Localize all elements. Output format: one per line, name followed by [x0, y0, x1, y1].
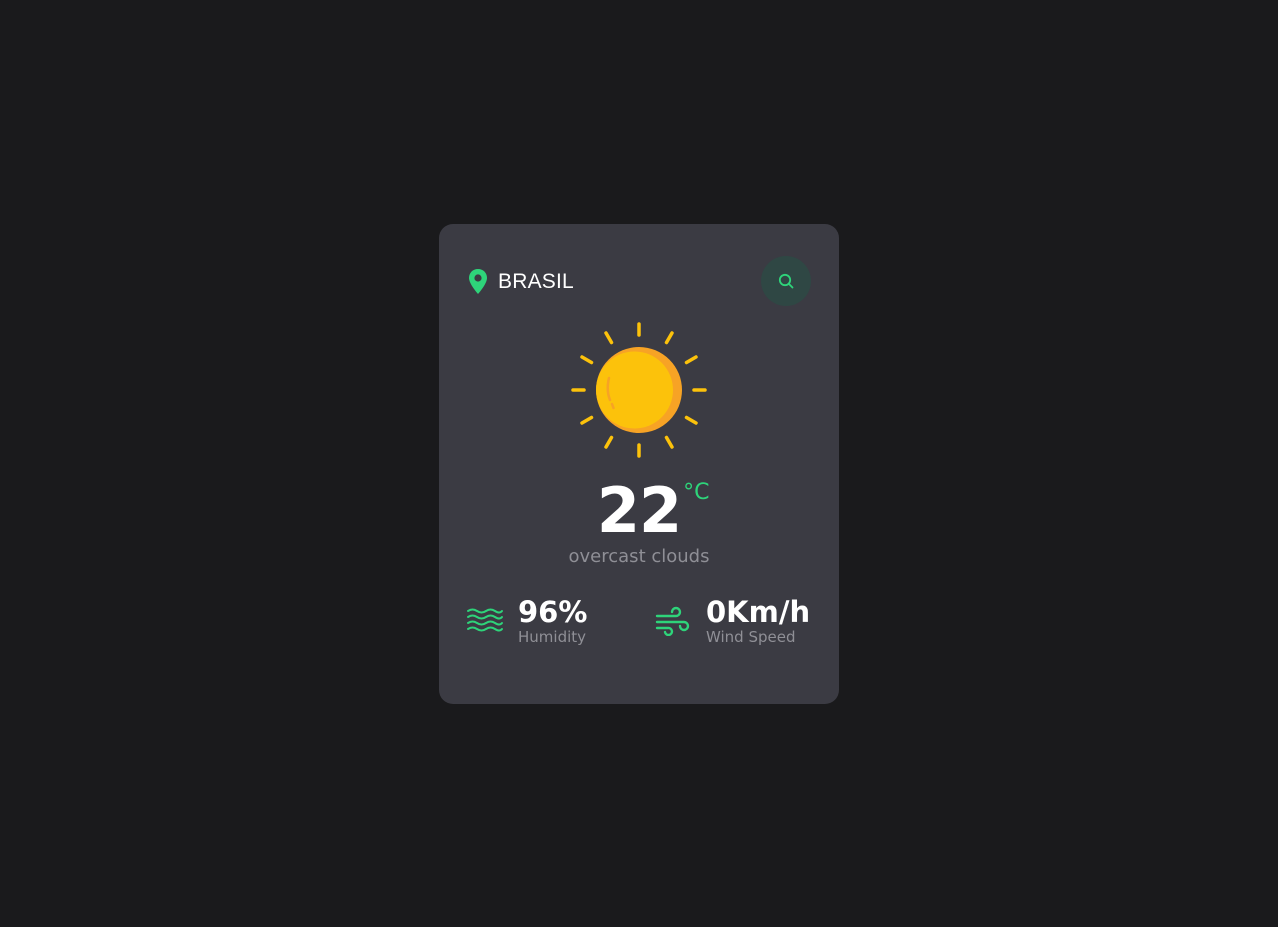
search-button[interactable]	[761, 256, 811, 306]
map-pin-icon	[469, 269, 487, 294]
wind-speed-stat: 0Km/h Wind Speed	[654, 596, 810, 646]
wind-icon	[655, 606, 690, 636]
location-name: BRASIL	[498, 270, 574, 293]
sun-icon	[571, 322, 707, 458]
wind-speed-value: 0Km/h	[706, 595, 811, 629]
location: BRASIL	[467, 268, 574, 296]
humidity-value: 96%	[518, 595, 588, 629]
humidity-label: Humidity	[518, 628, 587, 646]
humidity-stat: 96% Humidity	[466, 596, 587, 646]
wind-speed-label: Wind Speed	[706, 628, 796, 646]
temperature-value: 22	[596, 474, 682, 547]
search-icon	[778, 273, 794, 289]
weather-description: overcast clouds	[568, 546, 710, 567]
weather-card: BRASIL 22 °C overcast clouds 96% Humidit…	[439, 224, 839, 704]
temperature: 22 °C	[439, 476, 839, 546]
waves-icon	[467, 608, 503, 632]
temperature-unit: °C	[683, 480, 710, 505]
